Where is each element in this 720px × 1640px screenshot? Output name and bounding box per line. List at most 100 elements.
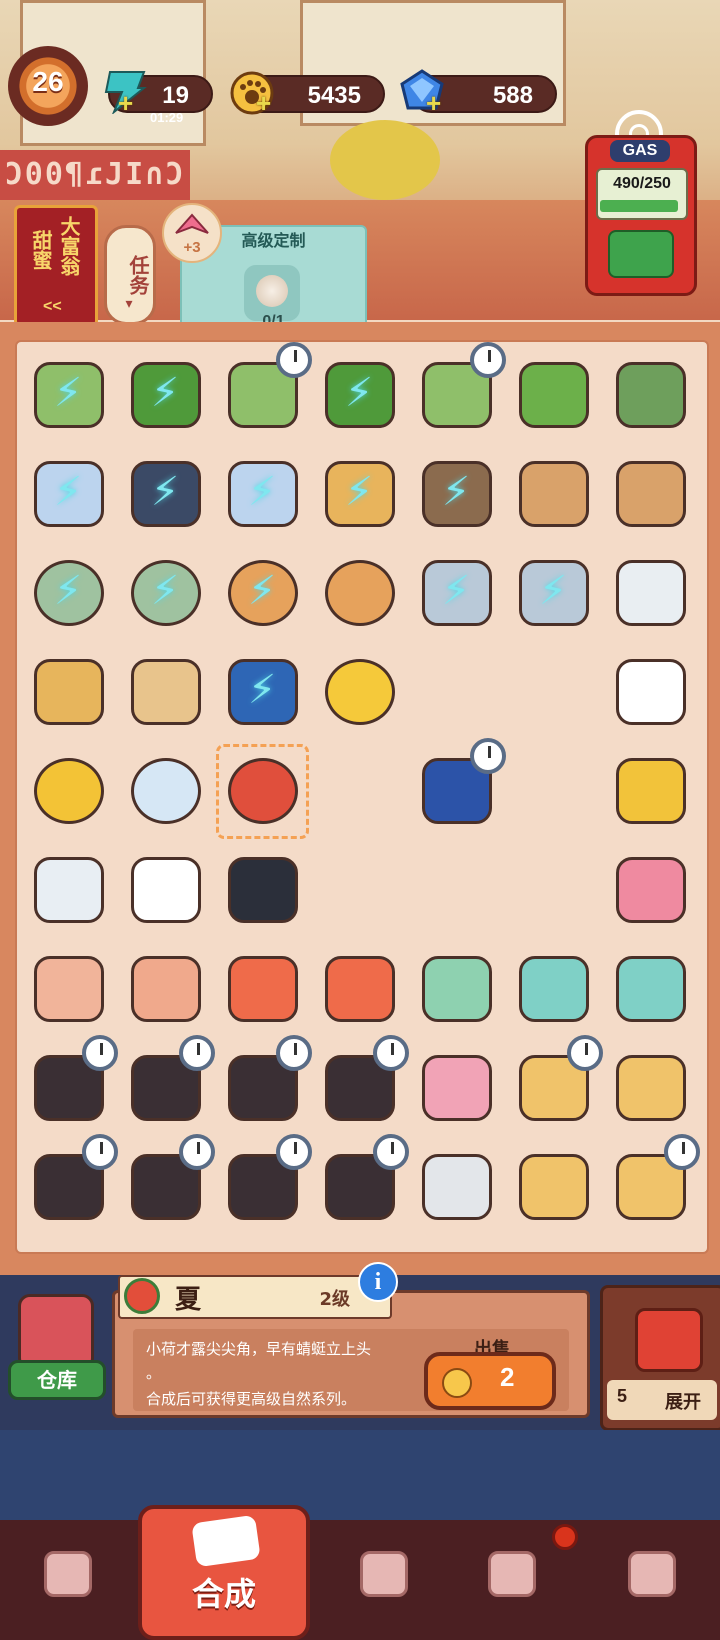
- ruler-icon[interactable]: [422, 956, 492, 1022]
- energy-add-icon[interactable]: +: [118, 88, 133, 119]
- board-cell[interactable]: [214, 1035, 312, 1138]
- board-cell[interactable]: [311, 742, 408, 841]
- board-cell[interactable]: [214, 342, 312, 445]
- board-cell[interactable]: ⚡: [408, 445, 505, 544]
- board-cell[interactable]: [117, 841, 214, 940]
- boxes-icon[interactable]: [519, 461, 589, 527]
- board-cell[interactable]: [117, 940, 214, 1039]
- paw-add-icon[interactable]: +: [256, 88, 271, 119]
- board-cell[interactable]: [117, 1035, 215, 1138]
- daffodil-icon[interactable]: [325, 659, 395, 725]
- board-cell[interactable]: [20, 841, 117, 940]
- board-cell[interactable]: [311, 643, 408, 742]
- sprout-icon[interactable]: [519, 362, 589, 428]
- expand-button[interactable]: 5 展开: [600, 1285, 720, 1431]
- board-cell[interactable]: [20, 1134, 118, 1237]
- board-cell[interactable]: [602, 940, 699, 1039]
- pizza-icon[interactable]: [34, 659, 104, 725]
- tiles-icon[interactable]: [616, 560, 686, 626]
- board-cell[interactable]: [505, 1035, 603, 1138]
- brush-icon[interactable]: [616, 857, 686, 923]
- board-cell[interactable]: [505, 940, 602, 1039]
- star-icon[interactable]: [228, 956, 298, 1022]
- board-cell[interactable]: ⚡: [20, 346, 117, 445]
- chef-hat-icon[interactable]: [616, 659, 686, 725]
- board-cell[interactable]: [408, 643, 505, 742]
- sell-button[interactable]: 2: [424, 1352, 556, 1410]
- board-cell[interactable]: [20, 1035, 118, 1138]
- board-cell[interactable]: [117, 643, 214, 742]
- board-cell[interactable]: [408, 940, 505, 1039]
- board-cell[interactable]: ⚡: [311, 445, 408, 544]
- board-cell[interactable]: [408, 1039, 505, 1138]
- board-cell[interactable]: [117, 742, 214, 841]
- jar-icon[interactable]: [616, 956, 686, 1022]
- snowflake-icon[interactable]: [131, 758, 201, 824]
- board-cell[interactable]: [602, 742, 699, 841]
- triangle-icon[interactable]: [325, 956, 395, 1022]
- bottles-icon[interactable]: [34, 857, 104, 923]
- board-cell[interactable]: ⚡: [214, 643, 311, 742]
- gas-cash-icon[interactable]: [608, 230, 674, 278]
- board-cell[interactable]: ⚡: [117, 346, 214, 445]
- board-cell[interactable]: [602, 841, 699, 940]
- board-cell[interactable]: ⚡: [20, 445, 117, 544]
- board-cell[interactable]: [408, 342, 506, 445]
- board-cell[interactable]: ⚡: [214, 544, 311, 643]
- board-cell[interactable]: [505, 1138, 602, 1237]
- board-cell[interactable]: ⚡: [505, 544, 602, 643]
- info-icon[interactable]: i: [358, 1262, 398, 1302]
- board-cell[interactable]: [311, 841, 408, 940]
- jar-icon[interactable]: [519, 956, 589, 1022]
- board-cell[interactable]: [311, 940, 408, 1039]
- board-cell[interactable]: [20, 940, 117, 1039]
- tape-measure-icon[interactable]: [616, 758, 686, 824]
- nav-staff[interactable]: [462, 1535, 562, 1625]
- warehouse-button[interactable]: 仓库: [6, 1290, 106, 1400]
- board-cell[interactable]: ⚡: [117, 445, 214, 544]
- board-cell[interactable]: [505, 445, 602, 544]
- hand-truck-icon[interactable]: [616, 362, 686, 428]
- board-cell[interactable]: [214, 940, 311, 1039]
- board-cell[interactable]: [214, 742, 311, 841]
- nav-merge[interactable]: 合成: [138, 1505, 310, 1640]
- nav-shop[interactable]: [18, 1535, 118, 1625]
- board-cell[interactable]: [602, 643, 699, 742]
- board-cell[interactable]: [408, 841, 505, 940]
- nav-bus[interactable]: [602, 1535, 702, 1625]
- coupon-box-icon[interactable]: [616, 1055, 686, 1121]
- board-cell[interactable]: ⚡: [214, 445, 311, 544]
- board-cell[interactable]: [20, 643, 117, 742]
- coupon-box-icon[interactable]: [519, 1154, 589, 1220]
- board-cell[interactable]: [505, 346, 602, 445]
- cup-icon[interactable]: [422, 1055, 492, 1121]
- board-cell[interactable]: [311, 544, 408, 643]
- merge-board[interactable]: ⚡ ⚡ ⚡ ⚡ ⚡ ⚡ ⚡ ⚡ ⚡ ⚡ ⚡ ⚡ ⚡ ⚡: [15, 340, 709, 1254]
- board-cell[interactable]: [602, 1039, 699, 1138]
- tray-icon[interactable]: [131, 659, 201, 725]
- pan-icon[interactable]: [325, 560, 395, 626]
- board-cell[interactable]: [408, 738, 506, 841]
- board-cell[interactable]: [311, 1035, 409, 1138]
- board-cell[interactable]: [408, 1138, 505, 1237]
- board-cell[interactable]: [602, 544, 699, 643]
- crane-bonus-button[interactable]: +3: [162, 203, 222, 263]
- player-level-badge[interactable]: 26: [8, 46, 88, 126]
- board-cell[interactable]: [602, 346, 699, 445]
- board-cell[interactable]: [117, 1134, 215, 1237]
- gem-add-icon[interactable]: +: [426, 88, 441, 119]
- board-cell[interactable]: [602, 1134, 700, 1237]
- ink-icon[interactable]: [228, 857, 298, 923]
- gas-pump[interactable]: GAS 490/250: [585, 135, 697, 296]
- board-cell[interactable]: [20, 742, 117, 841]
- board-cell[interactable]: [214, 1134, 312, 1237]
- bottle-icon[interactable]: [131, 857, 201, 923]
- board-cell[interactable]: [505, 643, 602, 742]
- board-cell[interactable]: [505, 841, 602, 940]
- envelope-open-icon[interactable]: [34, 956, 104, 1022]
- nav-service[interactable]: [334, 1535, 434, 1625]
- monopoly-event-banner[interactable]: 大富翁 甜蜜 <<: [14, 205, 98, 327]
- envelope-icon[interactable]: [131, 956, 201, 1022]
- board-cell[interactable]: ⚡: [408, 544, 505, 643]
- watermelon-icon[interactable]: [228, 758, 298, 824]
